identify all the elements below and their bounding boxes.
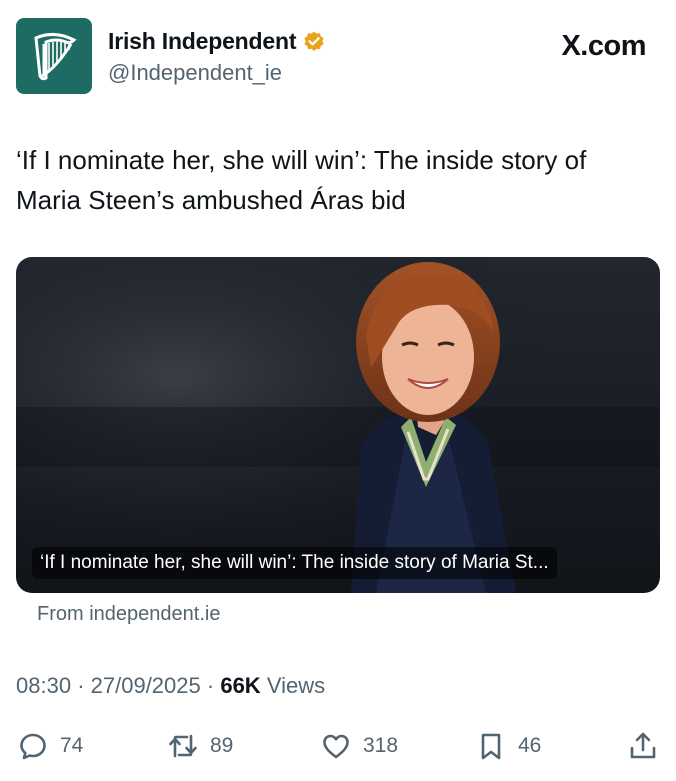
views-count: 66K [220,673,261,698]
reply-button[interactable]: 74 [18,724,83,768]
share-icon [630,732,656,759]
like-count: 318 [363,734,399,757]
card-domain[interactable]: From independent.ie [37,603,220,626]
card-caption: ‘If I nominate her, she will win’: The i… [32,547,557,579]
meta-separator: · [206,673,215,698]
reply-icon [20,733,46,760]
tweet-post: Irish Independent @Independent_ie X.com … [0,0,676,781]
article-photo [16,257,660,593]
like-icon [323,734,349,759]
tweet-date[interactable]: 27/09/2025 [91,673,201,698]
x-com-watermark: X.com [561,30,646,62]
bookmark-count: 46 [518,734,542,757]
display-name[interactable]: Irish Independent [108,28,326,55]
tweet-time[interactable]: 08:30 [16,673,71,698]
bookmark-icon [481,733,501,760]
like-button[interactable]: 318 [321,724,398,768]
link-card[interactable]: ‘If I nominate her, she will win’: The i… [16,257,660,593]
share-button[interactable] [628,724,658,768]
verified-badge-icon [304,31,324,51]
repost-button[interactable]: 89 [168,724,233,768]
user-handle[interactable]: @Independent_ie [108,60,282,86]
meta-separator: · [77,673,85,698]
harp-logo-icon [34,33,77,81]
display-name-text: Irish Independent [108,28,297,54]
repost-icon [169,734,197,758]
repost-count: 89 [210,734,234,757]
bookmark-button[interactable]: 46 [476,724,541,768]
reply-count: 74 [60,734,84,757]
tweet-text: ‘If I nominate her, she will win’: The i… [16,145,587,215]
tweet-meta: 08:30 · 27/09/2025 · 66K Views [16,673,325,699]
views-label: Views [266,673,326,698]
action-bar: 74 89 318 46 [16,724,664,768]
profile-avatar[interactable] [16,18,92,94]
